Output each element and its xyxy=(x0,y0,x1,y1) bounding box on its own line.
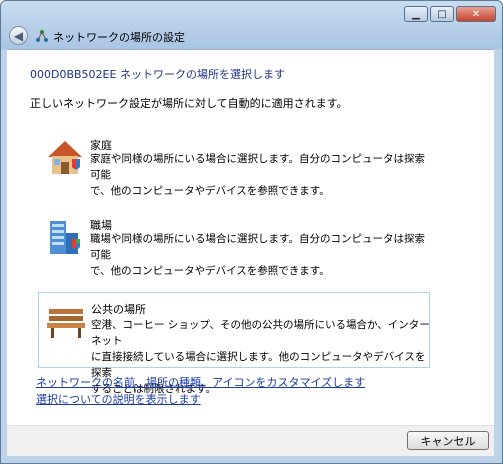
window-title: ネットワークの場所の設定 xyxy=(53,31,185,44)
network-icon xyxy=(36,30,48,42)
maximize-button[interactable]: □ xyxy=(430,6,454,22)
option-description: 職場や同様の場所にいる場合に選択します。自分のコンピュータは探索可能 で、他のコ… xyxy=(90,233,425,277)
option-public[interactable]: 公共の場所 空港、コーヒー ショップ、その他の公共の場所にいる場合か、インターネ… xyxy=(38,292,430,395)
option-title: 公共の場所 xyxy=(91,303,146,316)
option-description: 家庭や同様の場所にいる場合に選択します。自分のコンピュータは探索可能 で、他のコ… xyxy=(90,153,425,197)
back-arrow-icon: ◀ xyxy=(13,28,24,43)
minimize-button[interactable]: ▁ xyxy=(404,6,428,22)
intro-text: 正しいネットワーク設定が場所に対して自動的に適用されます。 xyxy=(30,97,348,110)
cancel-button[interactable]: キャンセル xyxy=(407,431,489,450)
page-heading: 000D0BB502EE ネットワークの場所を選択します xyxy=(30,68,285,81)
explain-link[interactable]: 選択についての説明を表示します xyxy=(36,391,201,407)
office-building-icon xyxy=(50,221,80,254)
window-controls: ▁ □ ✕ xyxy=(404,6,496,22)
house-icon xyxy=(48,141,82,174)
back-button[interactable]: ◀ xyxy=(9,26,28,45)
customize-link[interactable]: ネットワークの名前、場所の種類、アイコンをカスタマイズします xyxy=(36,374,365,390)
option-home[interactable]: 家庭 家庭や同様の場所にいる場合に選択します。自分のコンピュータは探索可能 で、… xyxy=(38,137,430,197)
close-button[interactable]: ✕ xyxy=(456,6,496,22)
option-work[interactable]: 職場 職場や同様の場所にいる場合に選択します。自分のコンピュータは探索可能 で、… xyxy=(38,217,430,277)
bench-icon xyxy=(47,309,85,338)
